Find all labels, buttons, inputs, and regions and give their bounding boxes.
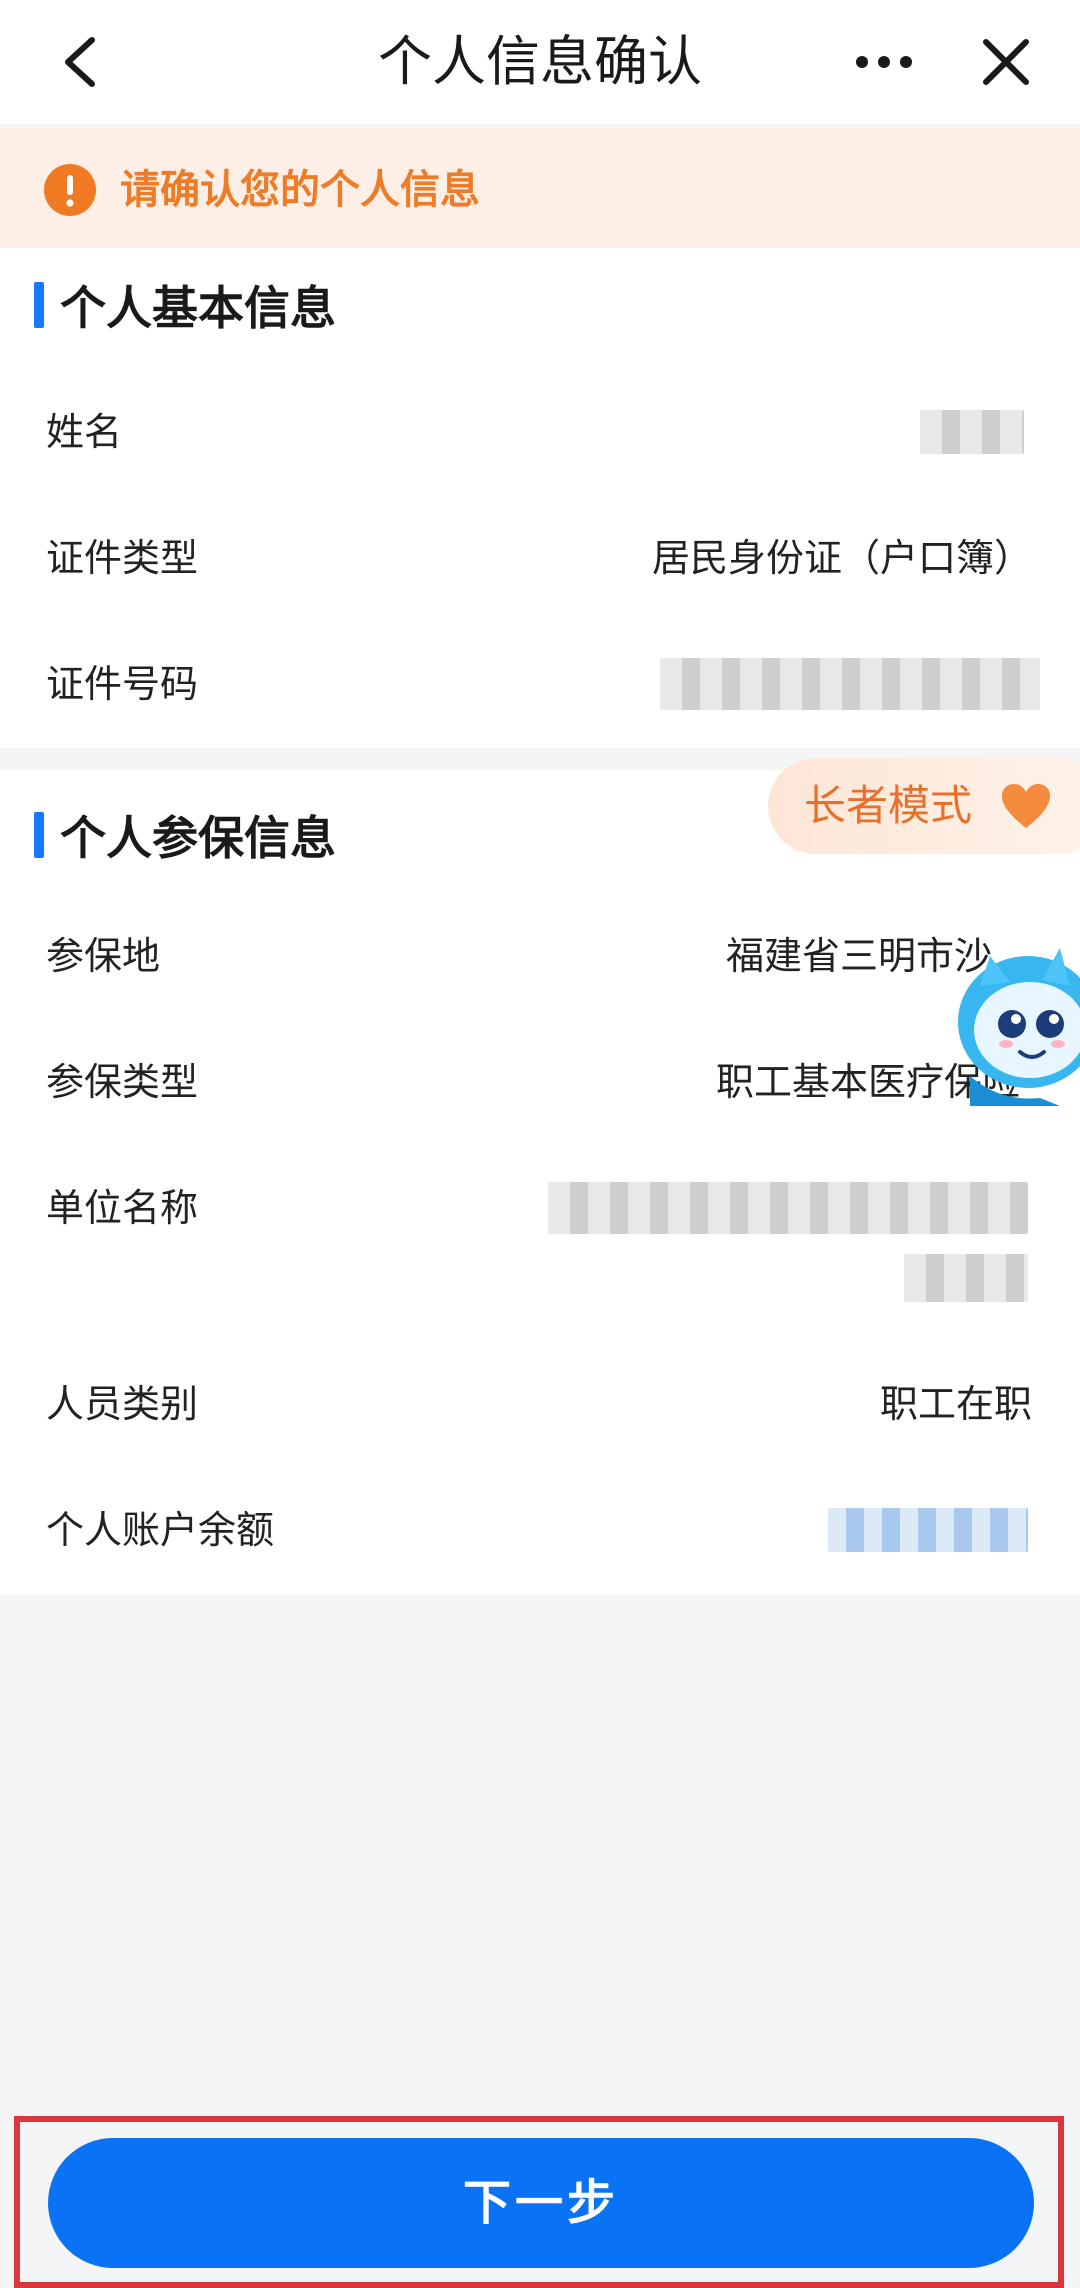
notice-text: 请确认您的个人信息 bbox=[120, 167, 480, 213]
section-title: 个人参保信息 bbox=[60, 811, 336, 865]
warning-icon bbox=[44, 164, 96, 216]
section-accent-bar bbox=[34, 282, 44, 328]
employer-name-label: 单位名称 bbox=[46, 1186, 199, 1230]
id-number-value-masked bbox=[660, 658, 1040, 710]
account-balance-label: 个人账户余额 bbox=[46, 1508, 275, 1552]
page: 个人信息确认 请确认您的个人信息 个人基本信息 姓名 证件类型 居民身份证（户口… bbox=[0, 0, 1080, 2288]
more-icon bbox=[856, 56, 912, 68]
heart-icon bbox=[1002, 784, 1050, 828]
id-type-value: 居民身份证（户口簿） bbox=[651, 536, 1032, 580]
back-button[interactable] bbox=[40, 22, 120, 102]
next-button[interactable]: 下一步 bbox=[48, 2138, 1034, 2268]
id-number-label: 证件号码 bbox=[46, 662, 199, 706]
page-title: 个人信息确认 bbox=[378, 30, 702, 93]
mascot-assistant[interactable] bbox=[950, 926, 1080, 1106]
basic-info-card: 个人基本信息 姓名 证件类型 居民身份证（户口簿） 证件号码 bbox=[0, 248, 1080, 748]
personnel-category-value: 职工在职 bbox=[879, 1382, 1032, 1426]
elder-mode-button[interactable]: 长者模式 bbox=[768, 758, 1080, 854]
elder-mode-label: 长者模式 bbox=[804, 781, 973, 830]
personnel-category-label: 人员类别 bbox=[46, 1382, 199, 1426]
chevron-left-icon bbox=[65, 37, 95, 87]
basic-info-header: 个人基本信息 bbox=[34, 270, 336, 340]
id-type-label: 证件类型 bbox=[46, 536, 199, 580]
section-accent-bar bbox=[34, 812, 44, 858]
more-button[interactable] bbox=[844, 22, 924, 102]
account-balance-value-masked bbox=[828, 1508, 1028, 1552]
employer-name-value-masked-line2 bbox=[904, 1254, 1028, 1302]
name-label: 姓名 bbox=[46, 410, 123, 454]
employer-name-value-masked bbox=[548, 1182, 1028, 1234]
insurance-info-header: 个人参保信息 bbox=[34, 800, 336, 870]
insurance-info-card: 个人参保信息 参保地 福建省三明市沙 参保类型 职工基本医疗保险 单位名称 人员… bbox=[0, 770, 1080, 1594]
insurance-type-label: 参保类型 bbox=[46, 1060, 199, 1104]
insured-region-label: 参保地 bbox=[46, 934, 161, 978]
mascot-icon bbox=[958, 948, 1080, 1106]
close-icon bbox=[983, 39, 1029, 85]
section-title: 个人基本信息 bbox=[60, 281, 336, 335]
navbar: 个人信息确认 bbox=[0, 0, 1080, 124]
close-button[interactable] bbox=[966, 22, 1046, 102]
name-value-masked bbox=[920, 410, 1024, 454]
